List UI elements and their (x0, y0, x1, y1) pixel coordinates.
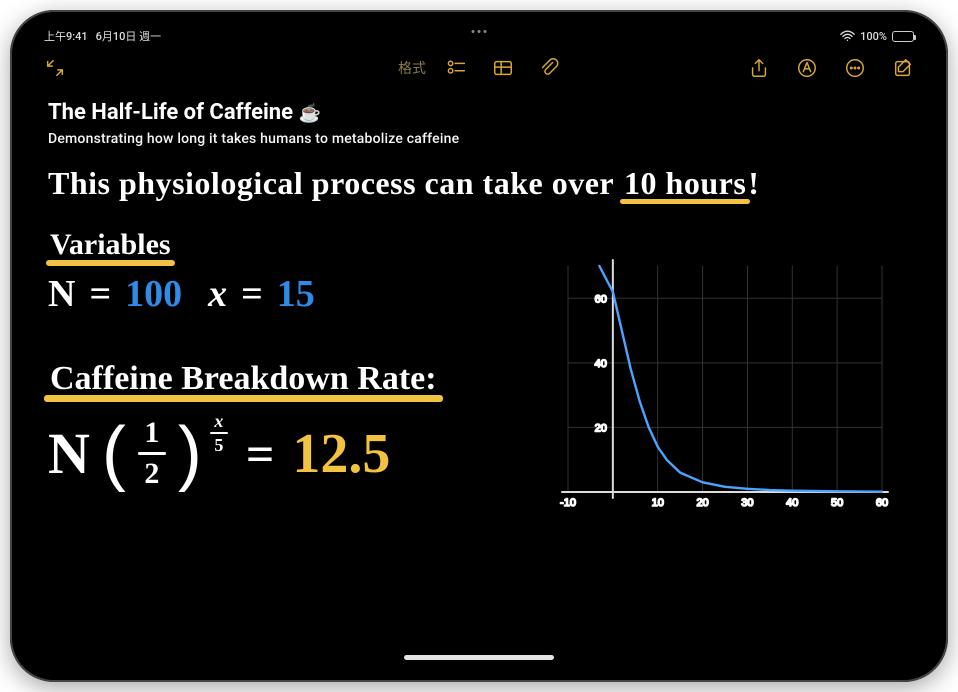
status-time: 上午9:41 (44, 28, 88, 44)
svg-text:10: 10 (652, 497, 664, 509)
svg-text:20: 20 (696, 497, 708, 509)
device-frame: 上午9:41 6月10日 週一 100% (10, 10, 948, 682)
share-icon[interactable] (748, 57, 770, 79)
highlight-10-hours: 10 hours (622, 165, 748, 202)
format-button[interactable]: 格式 (398, 58, 426, 78)
variable-definitions: N = 100 x = 15 (48, 272, 488, 316)
svg-text:-10: -10 (560, 497, 576, 509)
svg-text:20: 20 (595, 422, 607, 434)
attachment-icon[interactable] (538, 57, 560, 79)
svg-text:40: 40 (786, 497, 798, 509)
headline: This physiological process can take over… (48, 165, 910, 202)
collapse-icon[interactable] (44, 57, 66, 79)
fraction-half: 1 2 (138, 418, 166, 489)
checklist-icon[interactable] (446, 57, 468, 79)
close-paren: ) (178, 421, 202, 486)
variables-label: Variables (48, 228, 173, 262)
battery-percent: 100% (860, 30, 887, 43)
note-title[interactable]: The Half-Life of Caffeine ☕ (48, 100, 910, 125)
open-paren: ( (102, 421, 126, 486)
toolbar: 格式 (22, 44, 936, 88)
compose-icon[interactable] (892, 57, 914, 79)
exponent-x-over-5: x 5 (210, 412, 228, 454)
decay-chart: -10 10 20 30 40 50 60 20 40 60 (520, 256, 892, 516)
svg-text:60: 60 (595, 293, 607, 305)
svg-text:30: 30 (741, 497, 753, 509)
more-icon[interactable] (844, 57, 866, 79)
svg-text:40: 40 (595, 358, 607, 370)
status-date: 6月10日 週一 (96, 28, 162, 44)
coffee-emoji: ☕ (298, 103, 320, 124)
screen: 上午9:41 6月10日 週一 100% (22, 22, 936, 670)
multitasking-dots[interactable] (472, 30, 487, 33)
home-indicator[interactable] (404, 655, 554, 660)
battery-icon (892, 31, 914, 42)
status-bar: 上午9:41 6月10日 週一 100% (22, 22, 936, 44)
svg-text:50: 50 (831, 497, 843, 509)
formula: N ( 1 2 ) x 5 = (48, 418, 488, 489)
note-subtitle[interactable]: Demonstrating how long it takes humans t… (48, 131, 910, 147)
wifi-icon (840, 30, 855, 42)
svg-text:60: 60 (876, 497, 888, 509)
table-icon[interactable] (492, 57, 514, 79)
result-value: 12.5 (292, 422, 390, 486)
rate-label: Caffeine Breakdown Rate: (48, 360, 439, 398)
markup-icon[interactable] (796, 57, 818, 79)
